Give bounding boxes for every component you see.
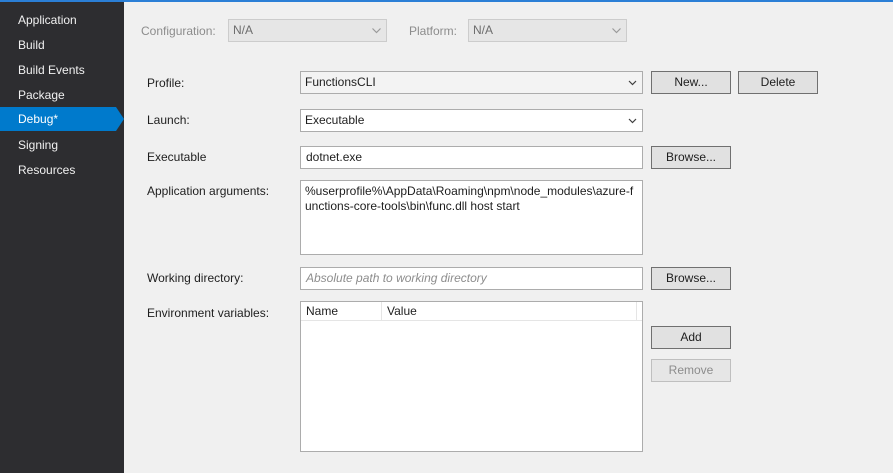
chevron-down-icon <box>610 20 622 41</box>
environment-variables-label: Environment variables: <box>147 306 270 320</box>
browse-working-directory-button[interactable]: Browse... <box>651 267 731 290</box>
sidebar-item-package[interactable]: Package <box>0 83 124 107</box>
configuration-dropdown[interactable]: N/A <box>228 19 387 42</box>
column-header-value[interactable]: Value <box>382 302 637 321</box>
sidebar-item-signing[interactable]: Signing <box>0 133 124 157</box>
profile-dropdown[interactable]: FunctionsCLI <box>300 71 643 94</box>
application-arguments-label: Application arguments: <box>147 184 270 198</box>
sidebar-item-build[interactable]: Build <box>0 33 124 57</box>
sidebar-item-debug[interactable]: Debug* <box>0 107 116 131</box>
active-item-pointer-icon <box>116 107 124 131</box>
chevron-down-icon <box>370 20 382 41</box>
column-divider[interactable] <box>636 302 637 321</box>
working-directory-input[interactable]: Absolute path to working directory <box>300 267 643 290</box>
launch-label: Launch: <box>147 113 190 127</box>
chevron-down-icon <box>626 72 638 93</box>
platform-dropdown[interactable]: N/A <box>468 19 627 42</box>
remove-variable-button[interactable]: Remove <box>651 359 731 382</box>
grid-header: Name Value <box>301 302 642 321</box>
working-directory-label: Working directory: <box>147 271 244 285</box>
application-arguments-textarea[interactable]: %userprofile%\AppData\Roaming\npm\node_m… <box>300 180 643 255</box>
configuration-value: N/A <box>233 23 254 37</box>
configuration-label: Configuration: <box>141 24 216 38</box>
project-properties-sidebar: Application Build Build Events Package D… <box>0 2 124 473</box>
chevron-down-icon <box>626 110 638 131</box>
executable-input[interactable]: dotnet.exe <box>300 146 643 169</box>
browse-executable-button[interactable]: Browse... <box>651 146 731 169</box>
profile-label: Profile: <box>147 76 185 90</box>
column-header-name[interactable]: Name <box>301 302 381 321</box>
sidebar-item-application[interactable]: Application <box>0 8 124 32</box>
sidebar-item-build-events[interactable]: Build Events <box>0 58 124 82</box>
new-profile-button[interactable]: New... <box>651 71 731 94</box>
platform-value: N/A <box>473 23 494 37</box>
debug-settings-panel: Configuration: N/A Platform: N/A Profile… <box>124 2 893 473</box>
executable-label: Executable <box>147 150 207 164</box>
platform-label: Platform: <box>409 24 458 38</box>
launch-value: Executable <box>305 113 365 127</box>
delete-profile-button[interactable]: Delete <box>738 71 818 94</box>
launch-dropdown[interactable]: Executable <box>300 109 643 132</box>
profile-value: FunctionsCLI <box>305 75 376 89</box>
add-variable-button[interactable]: Add <box>651 326 731 349</box>
environment-variables-grid[interactable]: Name Value <box>300 301 643 452</box>
sidebar-item-resources[interactable]: Resources <box>0 158 124 182</box>
